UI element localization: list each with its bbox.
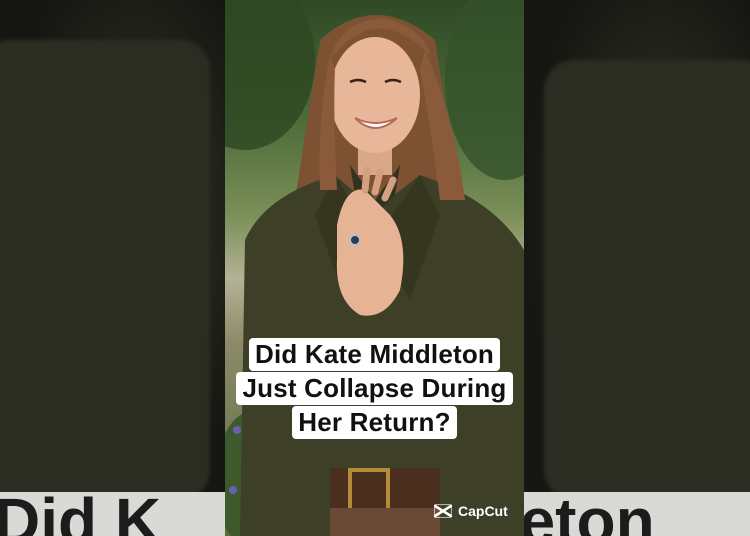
blurred-coat-shape-right bbox=[544, 60, 750, 500]
capcut-brand-label: CapCut bbox=[458, 503, 508, 519]
capcut-logo-icon bbox=[434, 504, 452, 518]
video-frame[interactable]: Did Kate Middleton Just Collapse During … bbox=[225, 0, 524, 536]
blurred-backdrop-right: lleton bbox=[524, 0, 750, 536]
blurred-caption-text-left: Did K bbox=[0, 485, 162, 536]
capcut-watermark: CapCut bbox=[434, 500, 508, 522]
caption-line-1: Did Kate Middleton bbox=[248, 338, 501, 371]
video-caption: Did Kate Middleton Just Collapse During … bbox=[225, 338, 524, 440]
blurred-backdrop-left: Did K bbox=[0, 0, 225, 536]
blurred-coat-shape-left bbox=[0, 40, 210, 500]
photo-illustration bbox=[225, 0, 524, 536]
caption-line-2: Just Collapse During bbox=[236, 372, 513, 405]
blurred-caption-text-right: lleton bbox=[524, 485, 655, 536]
caption-line-3: Her Return? bbox=[292, 406, 457, 439]
